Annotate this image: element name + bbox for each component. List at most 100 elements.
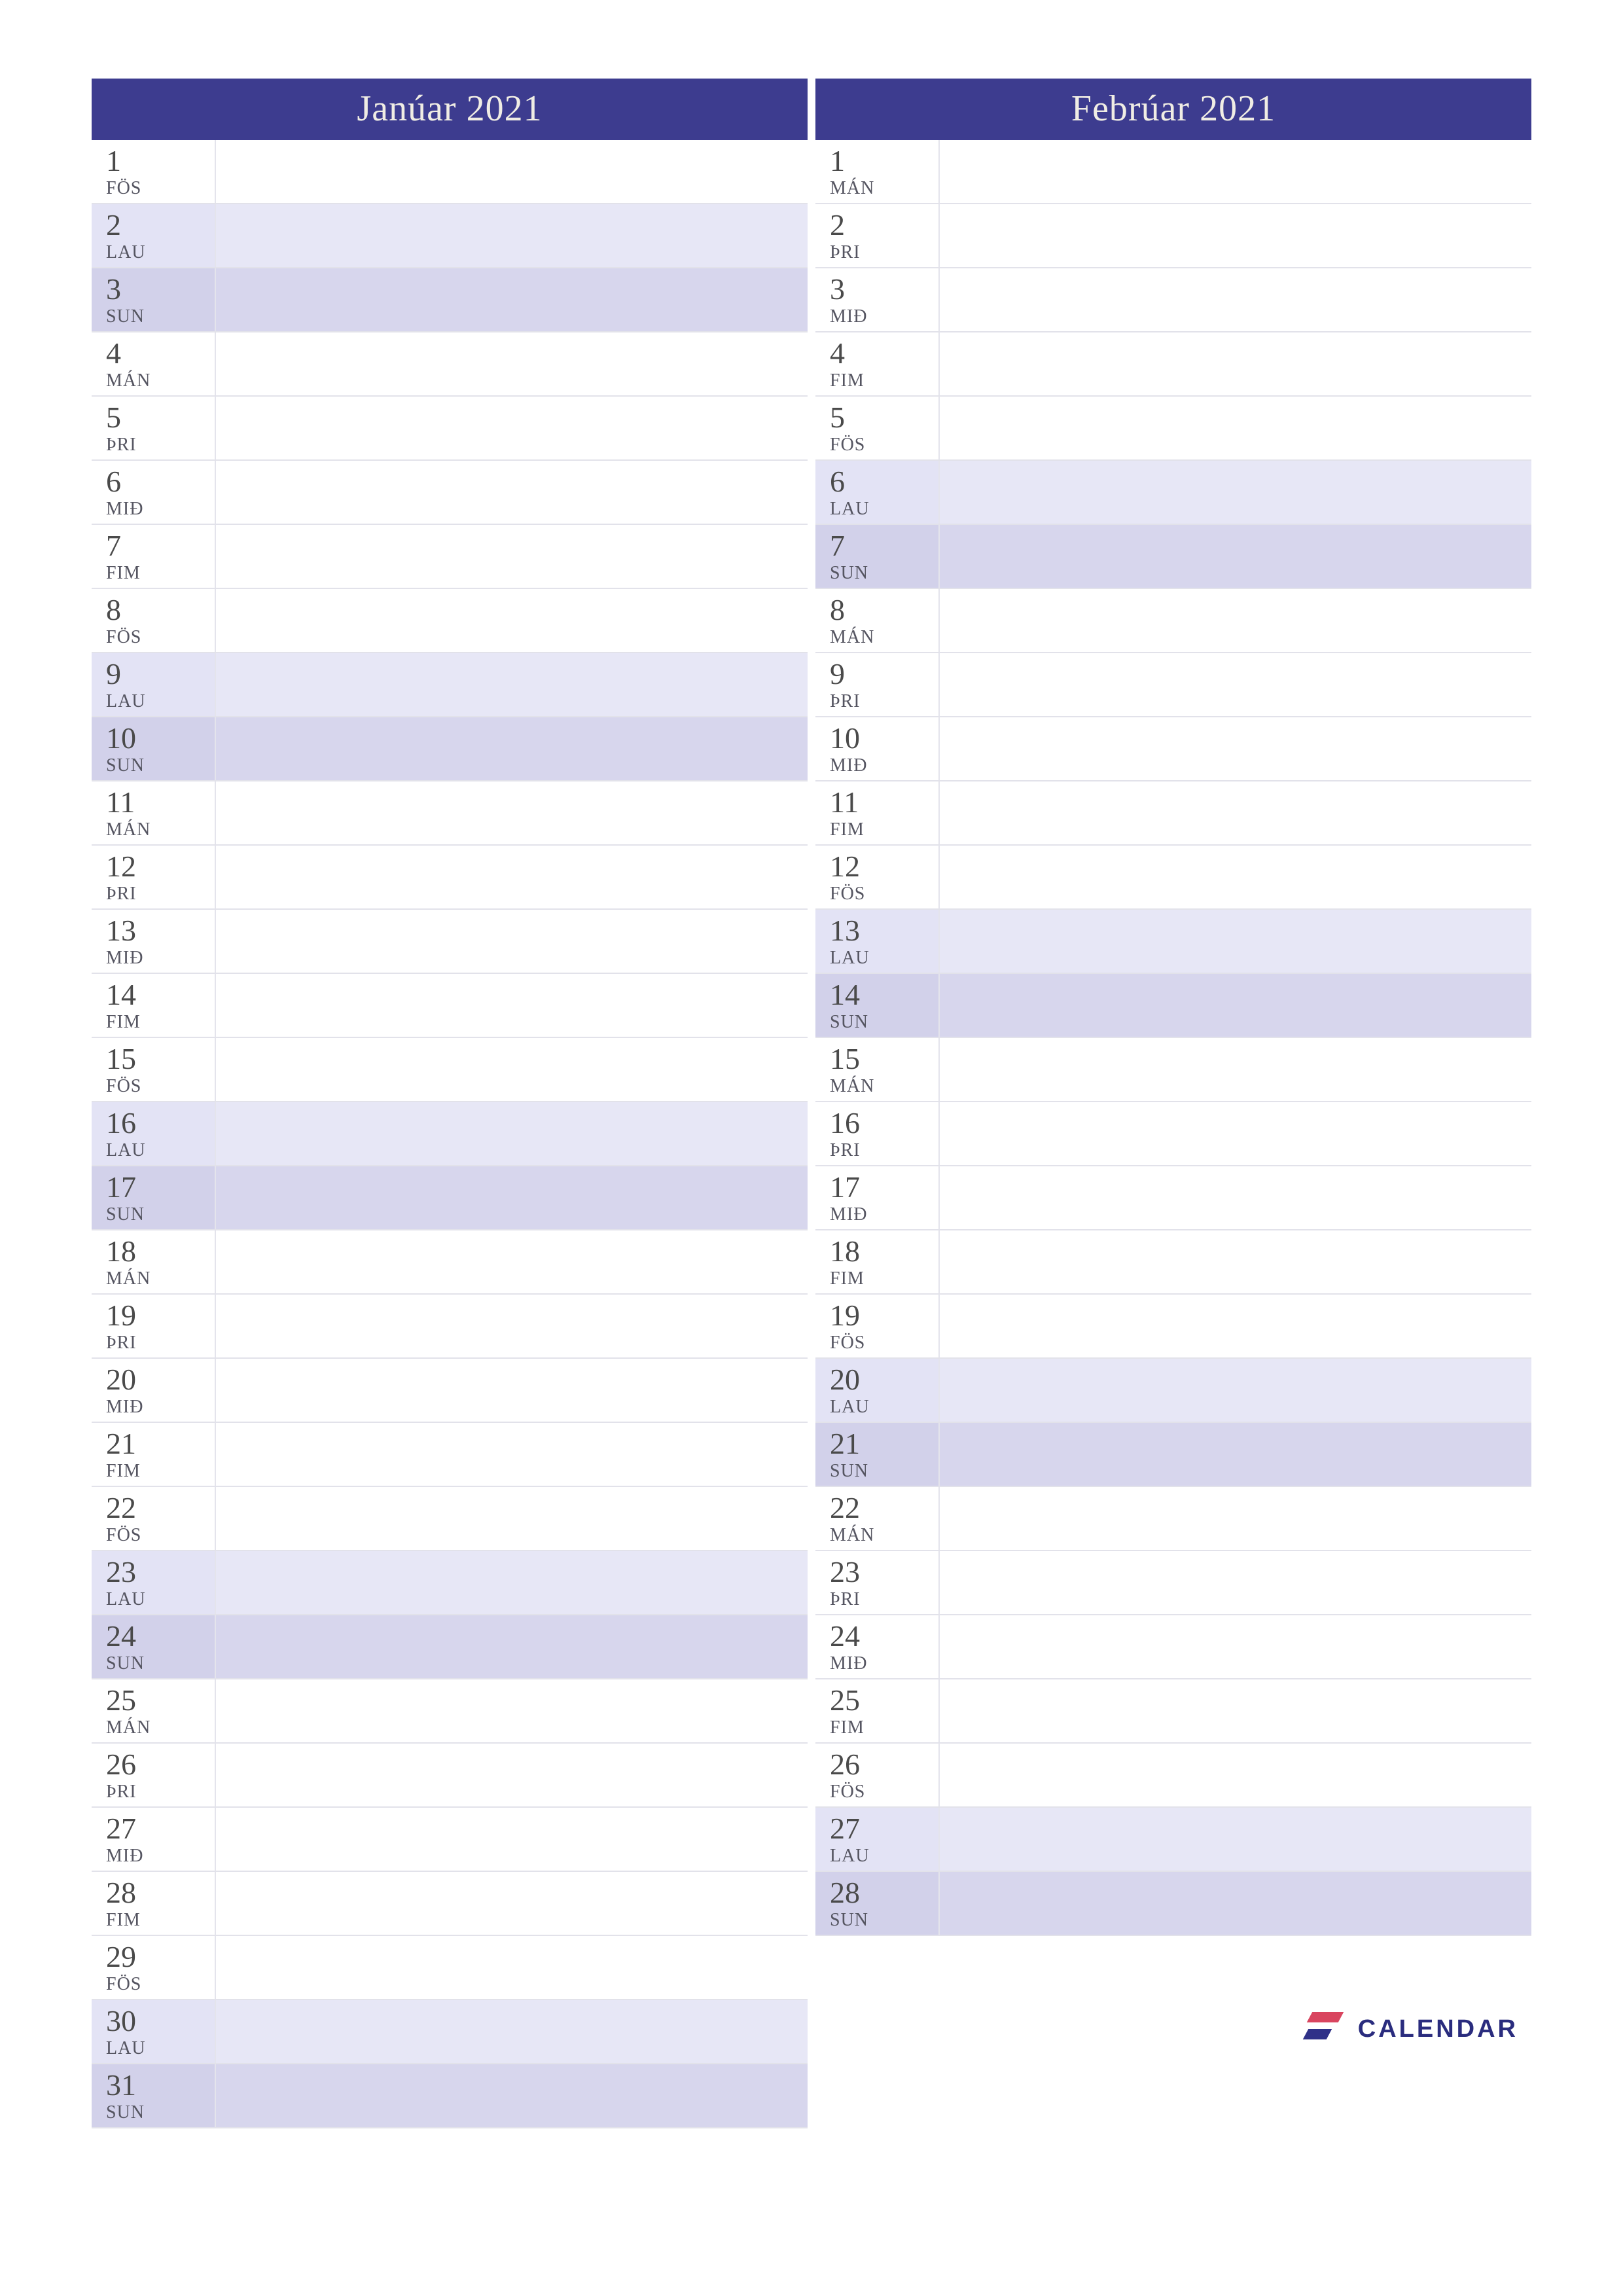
day-weekday: FÖS: [106, 1076, 215, 1097]
day-weekday: FÖS: [106, 627, 215, 648]
day-label: 2LAU: [92, 204, 215, 267]
day-weekday: FÖS: [106, 1525, 215, 1546]
day-note-space: [938, 1551, 1531, 1614]
day-row: 24MIÐ: [815, 1615, 1531, 1679]
day-note-space: [215, 204, 808, 267]
day-label: 18MÁN: [92, 1230, 215, 1293]
day-note-space: [938, 653, 1531, 716]
day-row: 16ÞRI: [815, 1102, 1531, 1166]
day-weekday: FIM: [106, 1910, 215, 1931]
day-number: 7: [830, 530, 938, 562]
day-label: 14FIM: [92, 974, 215, 1037]
day-row: 12ÞRI: [92, 846, 808, 910]
day-number: 20: [106, 1364, 215, 1395]
day-number: 23: [106, 1556, 215, 1588]
calendar-page: Janúar 2021 1FÖS2LAU3SUN4MÁN5ÞRI6MIÐ7FIM…: [92, 79, 1531, 2128]
day-label: 28FIM: [92, 1872, 215, 1935]
day-row: 31SUN: [92, 2064, 808, 2128]
day-weekday: ÞRI: [830, 691, 938, 712]
day-note-space: [938, 461, 1531, 524]
day-number: 11: [830, 787, 938, 818]
day-weekday: LAU: [106, 1589, 215, 1610]
day-number: 6: [106, 466, 215, 497]
day-label: 26ÞRI: [92, 1744, 215, 1806]
day-number: 28: [106, 1877, 215, 1909]
day-weekday: ÞRI: [830, 1140, 938, 1161]
day-number: 14: [830, 979, 938, 1011]
day-label: 1FÖS: [92, 140, 215, 203]
day-weekday: ÞRI: [106, 435, 215, 456]
day-label: 11FIM: [815, 781, 938, 844]
day-number: 24: [830, 1621, 938, 1652]
day-number: 17: [106, 1172, 215, 1203]
day-label: 10SUN: [92, 717, 215, 780]
day-row: 27LAU: [815, 1808, 1531, 1872]
day-number: 5: [106, 402, 215, 433]
day-row: 14SUN: [815, 974, 1531, 1038]
day-weekday: LAU: [830, 1397, 938, 1418]
day-number: 10: [830, 723, 938, 754]
day-row: 22FÖS: [92, 1487, 808, 1551]
day-note-space: [215, 2000, 808, 2063]
day-number: 21: [830, 1428, 938, 1460]
month-header: Janúar 2021: [92, 79, 808, 140]
day-row: 18FIM: [815, 1230, 1531, 1295]
day-label: 27LAU: [815, 1808, 938, 1871]
day-label: 23ÞRI: [815, 1551, 938, 1614]
day-row: 9ÞRI: [815, 653, 1531, 717]
day-label: 21SUN: [815, 1423, 938, 1486]
day-note-space: [215, 140, 808, 203]
day-label: 4FIM: [815, 332, 938, 395]
day-row: 25MÁN: [92, 1679, 808, 1744]
day-number: 18: [106, 1236, 215, 1267]
day-label: 7SUN: [815, 525, 938, 588]
day-number: 4: [830, 338, 938, 369]
day-row: 7FIM: [92, 525, 808, 589]
day-number: 26: [830, 1749, 938, 1780]
day-weekday: FÖS: [830, 1333, 938, 1354]
day-note-space: [938, 1679, 1531, 1742]
day-weekday: SUN: [830, 563, 938, 584]
day-number: 29: [106, 1941, 215, 1973]
day-row: 6MIÐ: [92, 461, 808, 525]
day-label: 19FÖS: [815, 1295, 938, 1357]
day-label: 27MIÐ: [92, 1808, 215, 1871]
day-number: 9: [830, 658, 938, 690]
day-number: 7: [106, 530, 215, 562]
day-weekday: MÁN: [106, 1717, 215, 1738]
day-weekday: MÁN: [830, 1525, 938, 1546]
day-label: 24MIÐ: [815, 1615, 938, 1678]
day-label: 14SUN: [815, 974, 938, 1037]
day-label: 12FÖS: [815, 846, 938, 908]
month-column-january: Janúar 2021 1FÖS2LAU3SUN4MÁN5ÞRI6MIÐ7FIM…: [92, 79, 808, 2128]
month-column-february: Febrúar 2021 1MÁN2ÞRI3MIÐ4FIM5FÖS6LAU7SU…: [815, 79, 1531, 2128]
day-label: 6MIÐ: [92, 461, 215, 524]
day-note-space: [215, 653, 808, 716]
day-number: 1: [830, 145, 938, 177]
day-row: 26ÞRI: [92, 1744, 808, 1808]
day-label: 15FÖS: [92, 1038, 215, 1101]
day-label: 16ÞRI: [815, 1102, 938, 1165]
day-row: 22MÁN: [815, 1487, 1531, 1551]
day-note-space: [215, 1744, 808, 1806]
day-number: 11: [106, 787, 215, 818]
day-label: 25FIM: [815, 1679, 938, 1742]
day-weekday: MIÐ: [106, 499, 215, 520]
day-weekday: LAU: [106, 1140, 215, 1161]
day-label: 28SUN: [815, 1872, 938, 1935]
day-row: 18MÁN: [92, 1230, 808, 1295]
day-number: 18: [830, 1236, 938, 1267]
day-label: 5FÖS: [815, 397, 938, 459]
day-number: 25: [830, 1685, 938, 1716]
day-row: 8FÖS: [92, 589, 808, 653]
day-note-space: [938, 525, 1531, 588]
day-note-space: [215, 846, 808, 908]
day-label: 8MÁN: [815, 589, 938, 652]
day-note-space: [938, 1423, 1531, 1486]
day-number: 8: [106, 594, 215, 626]
day-note-space: [215, 525, 808, 588]
day-number: 9: [106, 658, 215, 690]
day-label: 13MIÐ: [92, 910, 215, 973]
day-weekday: FIM: [106, 563, 215, 584]
day-weekday: MÁN: [830, 178, 938, 199]
